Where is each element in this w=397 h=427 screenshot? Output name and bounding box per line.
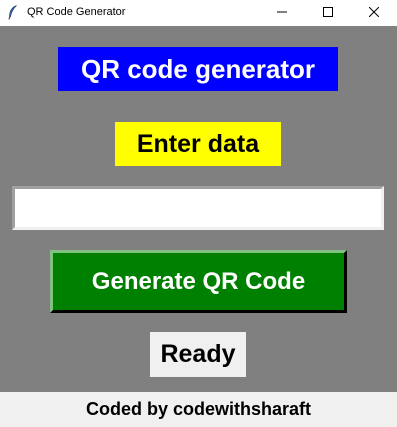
app-window: QR Code Generator QR code generator Ente… — [0, 0, 397, 427]
generate-qr-button[interactable]: Generate QR Code — [50, 250, 347, 313]
client-area: QR code generator Enter data Generate QR… — [0, 26, 397, 392]
minimize-button[interactable] — [259, 0, 305, 26]
enter-data-label: Enter data — [115, 122, 281, 166]
data-input[interactable] — [12, 186, 384, 230]
maximize-button[interactable] — [305, 0, 351, 26]
heading-label: QR code generator — [58, 47, 338, 91]
maximize-icon — [323, 4, 333, 22]
title-bar[interactable]: QR Code Generator — [0, 0, 397, 26]
close-icon — [368, 4, 380, 22]
feather-icon — [8, 5, 18, 20]
window-title: QR Code Generator — [27, 6, 126, 18]
minimize-icon — [277, 4, 287, 22]
close-button[interactable] — [351, 0, 397, 26]
status-label: Ready — [150, 332, 246, 377]
footer-credit: Coded by codewithsharaft — [0, 392, 397, 427]
